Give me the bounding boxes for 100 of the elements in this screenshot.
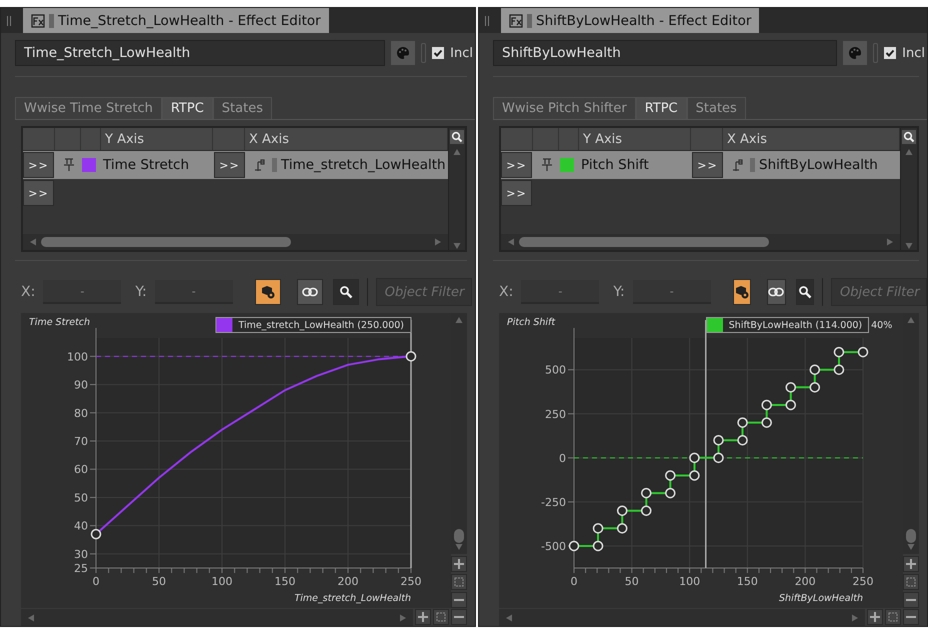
cursor-line[interactable]: [705, 320, 707, 568]
expand-button[interactable]: >>: [692, 152, 723, 178]
curve-point[interactable]: [616, 505, 628, 516]
fit-button[interactable]: [433, 609, 449, 625]
editor-tab[interactable]: States: [212, 97, 272, 119]
curve-point[interactable]: [568, 540, 580, 552]
right-arrow-icon[interactable]: [851, 614, 859, 622]
left-arrow-icon[interactable]: [29, 238, 37, 246]
include-checkbox[interactable]: [884, 47, 896, 59]
expand-button[interactable]: >>: [23, 180, 54, 206]
curve-point[interactable]: [592, 540, 604, 552]
curve-point[interactable]: [689, 452, 700, 464]
horizontal-scrollbar[interactable]: [499, 609, 865, 626]
curve-point[interactable]: [737, 417, 748, 428]
x-value-field[interactable]: -: [521, 280, 600, 304]
curve-point[interactable]: [713, 434, 724, 446]
down-arrow-icon[interactable]: [455, 543, 463, 551]
editor-tab[interactable]: ShiftByLowHealth - Effect Editor: [501, 8, 760, 33]
right-arrow-icon[interactable]: [399, 614, 407, 622]
right-arrow-icon[interactable]: [886, 238, 894, 246]
search-icon[interactable]: [902, 130, 916, 144]
expand-button[interactable]: >>: [23, 152, 54, 178]
vertical-scrollbar[interactable]: [903, 313, 919, 554]
horizontal-scrollbar[interactable]: [501, 234, 900, 250]
grip-icon[interactable]: [485, 16, 489, 26]
table-row[interactable]: >>: [501, 179, 900, 207]
link-button[interactable]: [767, 279, 786, 305]
column-header[interactable]: Y Axis: [101, 128, 213, 150]
fit-button[interactable]: [451, 574, 467, 590]
editor-tab[interactable]: RTPC: [636, 97, 687, 119]
zoom-in-button[interactable]: [903, 556, 919, 572]
curve-point[interactable]: [761, 400, 772, 410]
name-field[interactable]: ShiftByLowHealth: [493, 40, 838, 66]
curve-point[interactable]: [737, 434, 748, 446]
down-arrow-icon[interactable]: [905, 242, 913, 250]
curve-point[interactable]: [786, 382, 796, 393]
y-axis-cell[interactable]: Pitch Shift: [533, 151, 691, 179]
object-button[interactable]: [254, 279, 281, 305]
search-icon[interactable]: [450, 130, 464, 144]
cursor-line[interactable]: [410, 320, 412, 568]
curve-point[interactable]: [810, 364, 820, 375]
curve-point[interactable]: [786, 400, 796, 410]
left-arrow-icon[interactable]: [507, 238, 515, 246]
up-arrow-icon[interactable]: [905, 148, 913, 156]
zoom-out-button[interactable]: [903, 592, 919, 608]
down-arrow-icon[interactable]: [907, 543, 915, 551]
curve-point[interactable]: [641, 505, 652, 516]
expand-button[interactable]: >>: [501, 152, 532, 178]
search-button[interactable]: [796, 279, 814, 305]
column-header[interactable]: Y Axis: [579, 128, 691, 150]
object-button[interactable]: [732, 279, 752, 305]
name-field[interactable]: Time_Stretch_LowHealth: [15, 40, 386, 66]
zoom-out-button[interactable]: [903, 609, 919, 625]
palette-button[interactable]: [843, 41, 868, 65]
y-axis-cell[interactable]: Time Stretch: [55, 151, 213, 179]
horizontal-scrollbar[interactable]: [23, 234, 448, 250]
curve-point[interactable]: [616, 523, 628, 534]
x-axis-cell[interactable]: ShiftByLowHealth: [724, 151, 900, 179]
search-button[interactable]: [332, 279, 359, 305]
expand-button[interactable]: >>: [501, 180, 532, 206]
expand-button[interactable]: >>: [214, 152, 245, 178]
curve-point[interactable]: [858, 346, 868, 358]
zoom-in-button[interactable]: [451, 556, 467, 572]
vertical-scrollbar[interactable]: [448, 128, 465, 250]
y-value-field[interactable]: -: [154, 280, 233, 304]
x-axis-cell[interactable]: Time_stretch_LowHealth: [246, 151, 448, 179]
up-arrow-icon[interactable]: [453, 148, 461, 156]
curve-point[interactable]: [713, 452, 724, 464]
include-checkbox[interactable]: [432, 47, 444, 59]
curve-point[interactable]: [665, 470, 676, 481]
editor-tab[interactable]: Wwise Time Stretch: [15, 97, 162, 119]
table-row[interactable]: >>: [23, 179, 448, 207]
grip-icon[interactable]: [7, 16, 11, 26]
zoom-in-button[interactable]: [415, 609, 431, 625]
horizontal-scrollbar[interactable]: [21, 609, 413, 626]
curve-point[interactable]: [665, 488, 676, 498]
table-row[interactable]: >> Pitch Shift >> ShiftByLowHealth: [501, 151, 900, 179]
curve-point[interactable]: [689, 470, 700, 481]
right-arrow-icon[interactable]: [434, 238, 442, 246]
editor-tab[interactable]: Time_Stretch_LowHealth - Effect Editor: [23, 8, 329, 33]
curve-point[interactable]: [810, 382, 820, 393]
up-arrow-icon[interactable]: [455, 316, 463, 324]
zoom-in-button[interactable]: [867, 609, 883, 625]
left-arrow-icon[interactable]: [505, 614, 513, 622]
object-filter-field[interactable]: Object Filter: [376, 278, 472, 306]
down-arrow-icon[interactable]: [453, 242, 461, 250]
curve-point[interactable]: [834, 364, 844, 375]
link-button[interactable]: [296, 279, 323, 305]
editor-tab[interactable]: RTPC: [162, 97, 213, 119]
vertical-scrollbar[interactable]: [451, 313, 467, 554]
curve-point[interactable]: [592, 523, 604, 534]
zoom-out-button[interactable]: [451, 609, 467, 625]
editor-tab[interactable]: States: [686, 97, 746, 119]
object-filter-field[interactable]: Object Filter: [831, 278, 927, 306]
table-row[interactable]: >> Time Stretch >> Time_stretch_LowHealth: [23, 151, 448, 179]
editor-tab[interactable]: Wwise Pitch Shifter: [493, 97, 636, 119]
palette-button[interactable]: [391, 41, 416, 65]
curve-point[interactable]: [90, 528, 102, 540]
curve-point[interactable]: [406, 351, 416, 362]
curve-point[interactable]: [641, 488, 652, 498]
